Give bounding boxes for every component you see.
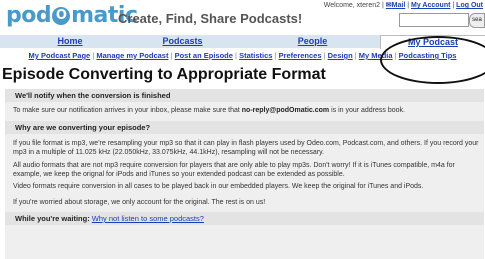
waiting-header: While you're waiting: Why not listen to … bbox=[5, 212, 484, 225]
mail-link[interactable]: ✉Mail bbox=[386, 2, 406, 9]
notify-header: We'll notify when the conversion is fini… bbox=[5, 89, 484, 102]
subnav-design[interactable]: Design bbox=[328, 51, 353, 60]
subnav-statistics[interactable]: Statistics bbox=[239, 51, 272, 60]
tab-people[interactable]: People bbox=[250, 35, 375, 48]
content-panel: We'll notify when the conversion is fini… bbox=[5, 89, 484, 259]
why-header: Why are we converting your episode? bbox=[5, 121, 484, 134]
welcome-text: Welcome, xteren2 bbox=[323, 2, 381, 9]
log-out-link[interactable]: Log Out bbox=[456, 2, 483, 9]
logo-o-icon: O bbox=[52, 7, 71, 25]
my-account-link[interactable]: My Account bbox=[411, 2, 450, 9]
subnav-manage-my-podcast[interactable]: Manage my Podcast bbox=[96, 51, 168, 60]
why-paragraph-2: All audio formats that are not mp3 requi… bbox=[13, 162, 455, 178]
highlight-circle bbox=[380, 36, 485, 84]
subnav-post-an-episode[interactable]: Post an Episode bbox=[175, 51, 233, 60]
tagline: Create, Find, Share Podcasts! bbox=[118, 11, 303, 26]
tab-home[interactable]: Home bbox=[0, 35, 140, 48]
page-title: Episode Converting to Appropriate Format bbox=[2, 66, 326, 83]
logo-text-pod: pod bbox=[6, 3, 52, 28]
subnav-my-podcast-page[interactable]: My Podcast Page bbox=[29, 51, 91, 60]
top-links: Welcome, xteren2 | ✉Mail | My Account | … bbox=[323, 2, 483, 9]
why-paragraph-1: If you file format is mp3, we're resampl… bbox=[13, 140, 479, 156]
listen-podcasts-link[interactable]: Why not listen to some podcasts? bbox=[92, 214, 204, 223]
why-paragraph-4: If you're worried about storage, we only… bbox=[13, 199, 266, 206]
notify-email: no-reply@podOmatic.com bbox=[241, 107, 330, 114]
why-paragraph-3: Video formats require conversion in all … bbox=[13, 183, 424, 190]
tab-podcasts[interactable]: Podcasts bbox=[120, 35, 245, 48]
search-button[interactable]: sea bbox=[469, 13, 485, 28]
notify-text: To make sure our notification arrives in… bbox=[13, 107, 405, 114]
search-input[interactable] bbox=[399, 13, 469, 27]
subnav-preferences[interactable]: Preferences bbox=[279, 51, 322, 60]
